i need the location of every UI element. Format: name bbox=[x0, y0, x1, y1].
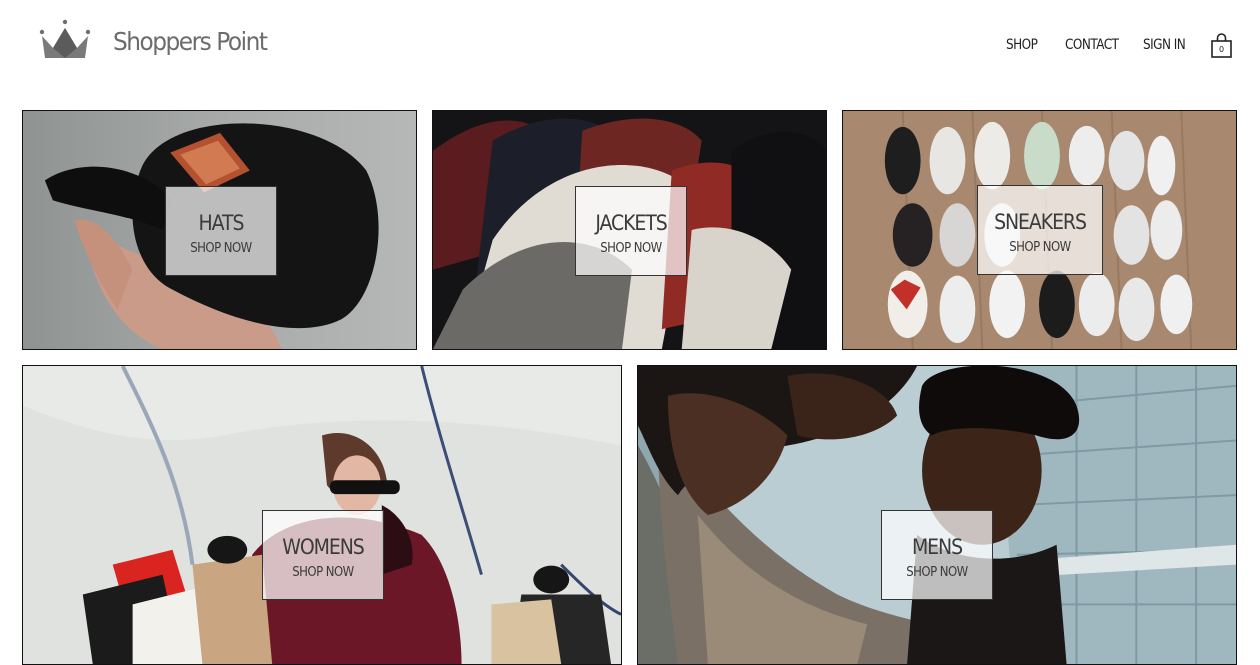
shop-now-link[interactable]: SHOP NOW bbox=[172, 241, 271, 256]
category-tile-womens[interactable]: WOMENS SHOP NOW bbox=[22, 365, 622, 665]
site-header: Shoppers Point SHOP CONTACT SIGN IN 0 bbox=[0, 0, 1260, 90]
shop-now-link[interactable]: SHOP NOW bbox=[984, 240, 1096, 255]
category-label-mens[interactable]: MENS SHOP NOW bbox=[881, 510, 993, 600]
nav-sign-in-link[interactable]: SIGN IN bbox=[1143, 37, 1186, 53]
category-title: JACKETS bbox=[595, 211, 667, 235]
category-tile-hats[interactable]: HATS SHOP NOW bbox=[22, 110, 417, 350]
category-label-hats[interactable]: HATS SHOP NOW bbox=[165, 186, 277, 276]
shop-now-link[interactable]: SHOP NOW bbox=[582, 241, 681, 256]
category-tile-sneakers[interactable]: SNEAKERS SHOP NOW bbox=[842, 110, 1237, 350]
category-title: MENS bbox=[911, 535, 963, 559]
cart-button[interactable]: 0 bbox=[1210, 33, 1233, 59]
category-label-womens[interactable]: WOMENS SHOP NOW bbox=[262, 510, 384, 600]
category-title: SNEAKERS bbox=[994, 210, 1087, 234]
brand-name[interactable]: Shoppers Point bbox=[113, 27, 268, 56]
shop-now-link[interactable]: SHOP NOW bbox=[269, 565, 377, 580]
nav-contact-link[interactable]: CONTACT bbox=[1065, 37, 1119, 53]
crown-icon[interactable] bbox=[38, 18, 92, 62]
shop-now-link[interactable]: SHOP NOW bbox=[888, 565, 987, 580]
category-label-sneakers[interactable]: SNEAKERS SHOP NOW bbox=[977, 185, 1103, 275]
category-tile-jackets[interactable]: JACKETS SHOP NOW bbox=[432, 110, 827, 350]
category-label-jackets[interactable]: JACKETS SHOP NOW bbox=[575, 186, 687, 276]
category-tile-mens[interactable]: MENS SHOP NOW bbox=[637, 365, 1237, 665]
category-title: HATS bbox=[198, 211, 245, 235]
nav-shop-link[interactable]: SHOP bbox=[1006, 37, 1038, 53]
category-title: WOMENS bbox=[282, 535, 365, 559]
cart-count: 0 bbox=[1218, 45, 1225, 54]
